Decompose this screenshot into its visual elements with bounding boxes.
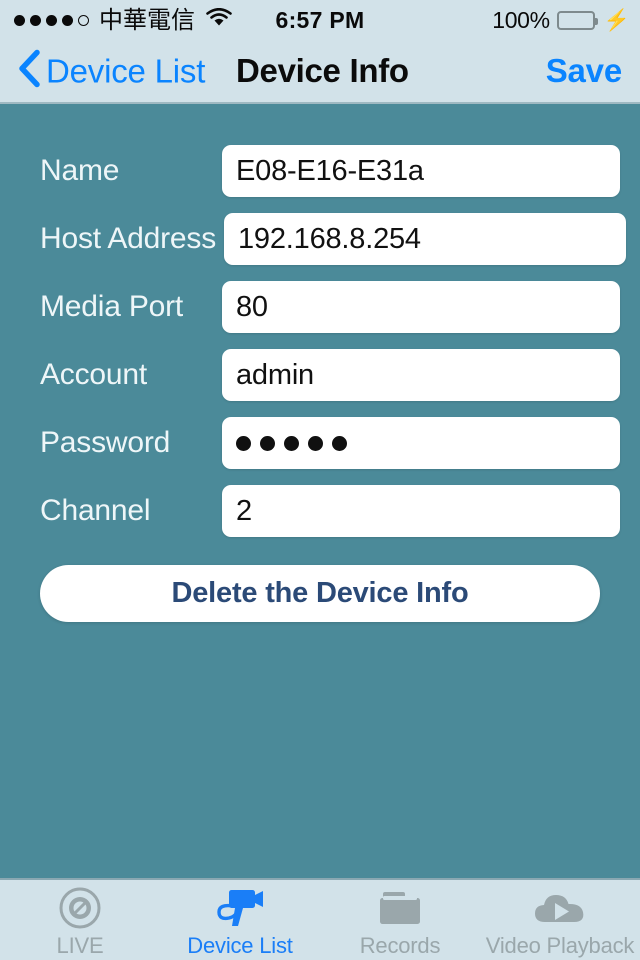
status-bar: 中華電信 6:57 PM 100% ⚡	[0, 0, 640, 40]
account-label: Account	[40, 358, 147, 391]
account-input[interactable]: admin	[222, 349, 620, 401]
tab-records[interactable]: Records	[320, 880, 480, 960]
name-input-value: E08-E16-E31a	[236, 154, 424, 187]
video-camera-icon	[213, 884, 267, 932]
folder-icon	[373, 884, 427, 932]
name-input[interactable]: E08-E16-E31a	[222, 145, 620, 197]
status-bar-right: 100% ⚡	[492, 7, 630, 34]
channel-label: Channel	[40, 494, 151, 527]
navigation-bar: Device List Device Info Save	[0, 40, 640, 104]
battery-nub	[594, 17, 598, 25]
battery-icon	[556, 10, 598, 30]
tab-video-playback[interactable]: Video Playback	[480, 880, 640, 960]
battery-percent-label: 100%	[492, 6, 550, 33]
content-area: Name E08-E16-E31a Host Address 192.168.8…	[0, 106, 640, 878]
password-dot	[308, 435, 323, 451]
back-button[interactable]: Device List	[18, 49, 206, 93]
tab-video-playback-label: Video Playback	[485, 932, 635, 958]
account-input-value: admin	[236, 358, 314, 391]
delete-device-info-button[interactable]: Delete the Device Info	[40, 565, 600, 622]
tab-live[interactable]: LIVE	[0, 880, 160, 960]
tab-device-list[interactable]: Device List	[160, 880, 320, 960]
back-button-label: Device List	[46, 52, 206, 89]
form-row-channel: Channel 2	[0, 477, 640, 545]
app-screen: 中華電信 6:57 PM 100% ⚡ Device List Device I…	[0, 0, 640, 960]
tab-bar: LIVE Device List Records Video Playback	[0, 878, 640, 960]
password-dot	[260, 435, 275, 451]
charging-bolt-icon: ⚡	[603, 8, 630, 32]
media-port-input[interactable]: 80	[222, 281, 620, 333]
channel-input[interactable]: 2	[222, 485, 620, 537]
host-address-input[interactable]: 192.168.8.254	[224, 213, 626, 265]
media-port-label: Media Port	[40, 290, 184, 323]
form-row-password: Password	[0, 409, 640, 477]
chevron-left-icon	[18, 49, 40, 93]
form-row-host-address: Host Address 192.168.8.254	[0, 205, 640, 273]
cloud-play-icon	[531, 884, 589, 932]
form-row-name: Name E08-E16-E31a	[0, 137, 640, 205]
host-address-input-value: 192.168.8.254	[238, 222, 421, 255]
page-title: Device Info	[236, 52, 409, 89]
tab-records-label: Records	[359, 932, 441, 958]
tab-live-label: LIVE	[56, 932, 104, 958]
host-address-label: Host Address	[40, 222, 217, 255]
form-row-account: Account admin	[0, 341, 640, 409]
password-input[interactable]	[222, 417, 620, 469]
password-dot	[332, 435, 347, 451]
name-label: Name	[40, 154, 120, 187]
camera-lens-icon	[56, 884, 104, 932]
password-label: Password	[40, 426, 171, 459]
password-dot	[236, 435, 251, 451]
password-masked-value	[236, 435, 347, 451]
form-row-media-port: Media Port 80	[0, 273, 640, 341]
media-port-input-value: 80	[236, 290, 268, 323]
password-dot	[284, 435, 299, 451]
tab-device-list-label: Device List	[187, 932, 293, 958]
save-button[interactable]: Save	[546, 52, 622, 90]
device-info-form: Name E08-E16-E31a Host Address 192.168.8…	[0, 137, 640, 545]
channel-input-value: 2	[236, 494, 252, 527]
